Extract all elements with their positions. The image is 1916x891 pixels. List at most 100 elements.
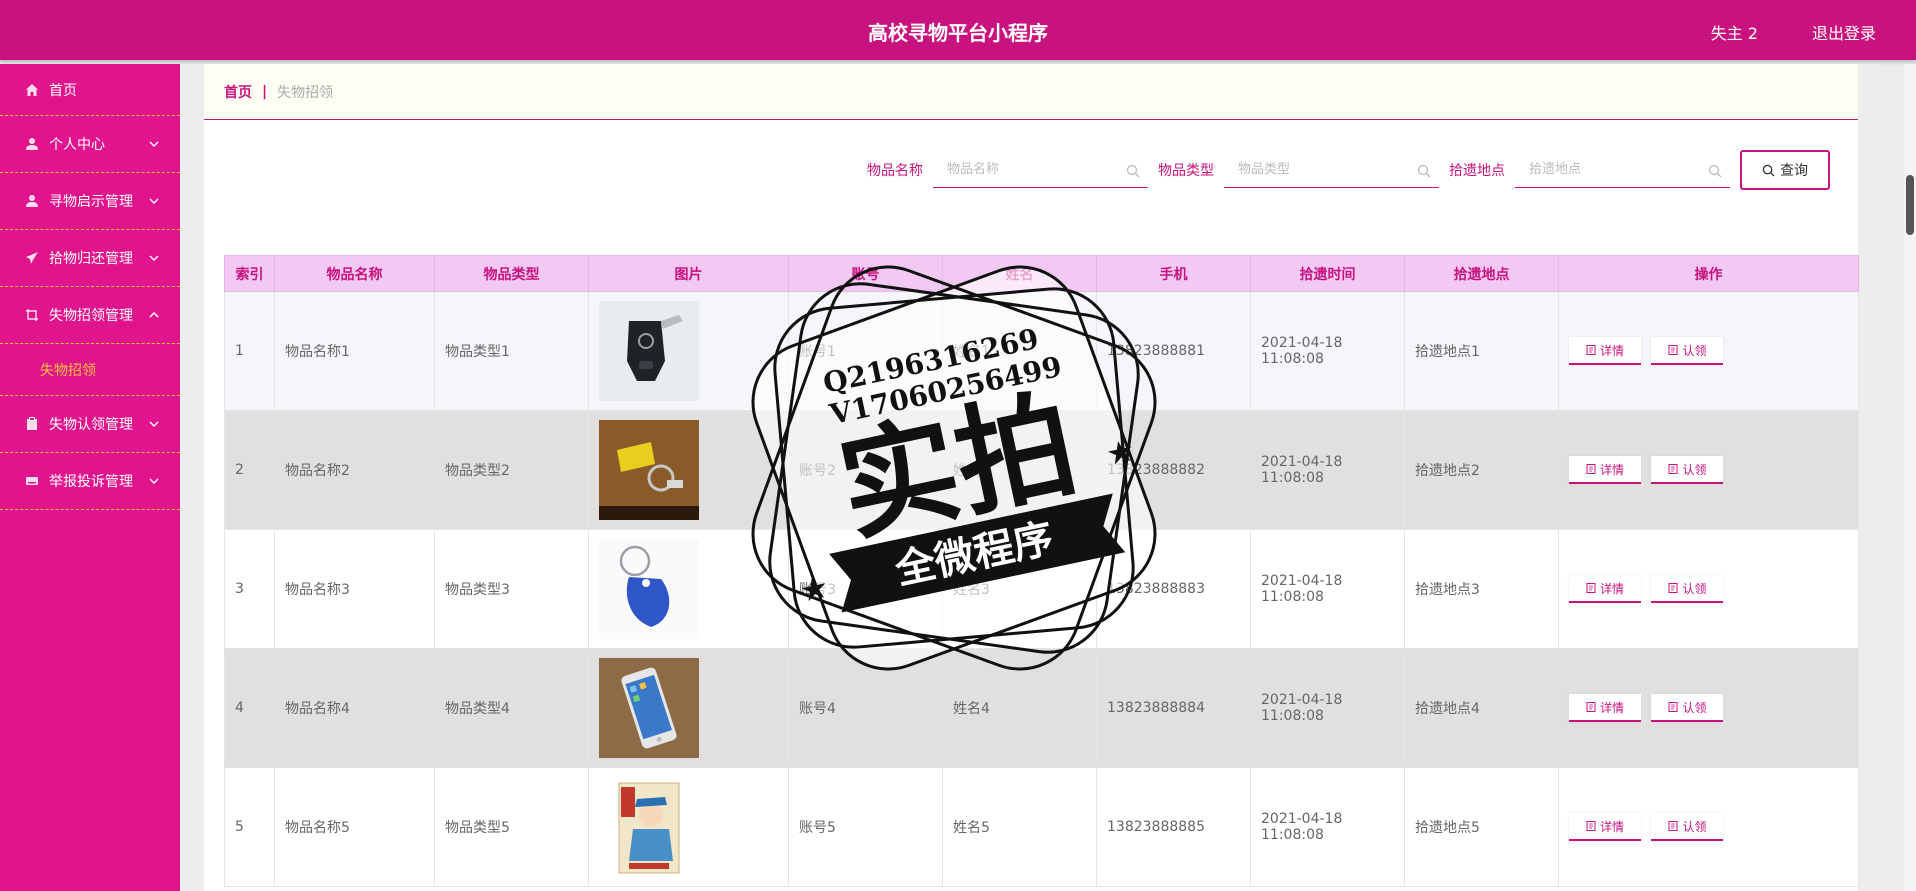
cell-name: 物品名称2 <box>274 410 435 530</box>
chevron-down-icon <box>149 198 159 204</box>
cell-realname: 姓名3 <box>942 529 1097 649</box>
content-card: 首页 | 失物招领 物品名称 物品类型 拾遗地点 <box>204 64 1859 891</box>
user-icon <box>24 193 40 209</box>
document-icon <box>1668 464 1678 474</box>
chevron-up-icon <box>149 312 159 318</box>
data-table: 索引 物品名称 物品类型 图片 账号 姓名 手机 拾遗时间 拾遗地点 操作 1 … <box>224 255 1859 887</box>
item-name-input[interactable] <box>933 152 1148 187</box>
cell-place: 拾遗地点2 <box>1404 410 1559 530</box>
detail-button[interactable]: 详情 <box>1569 456 1641 484</box>
claim-button[interactable]: 认领 <box>1651 456 1724 484</box>
claim-button[interactable]: 认领 <box>1651 337 1724 365</box>
logout-link[interactable]: 退出登录 <box>1812 20 1876 44</box>
cell-place: 拾遗地点3 <box>1404 529 1559 649</box>
document-icon <box>1586 583 1596 593</box>
sidebar-item-label: 拾物归还管理 <box>49 251 133 267</box>
app-title: 高校寻物平台小程序 <box>868 21 1048 45</box>
cell-realname: 姓名5 <box>942 767 1097 887</box>
sidebar-item-label: 首页 <box>49 82 77 99</box>
hdd-icon <box>24 473 40 489</box>
column-header[interactable]: 索引 <box>224 255 275 292</box>
column-header[interactable]: 拾遗地点 <box>1404 255 1559 292</box>
book-image[interactable] <box>599 777 699 877</box>
sidebar-item-return[interactable]: 拾物归还管理 <box>0 230 180 287</box>
document-icon <box>1668 821 1678 831</box>
cell-name: 物品名称5 <box>274 767 435 887</box>
claim-button[interactable]: 认领 <box>1651 813 1724 841</box>
document-icon <box>1668 583 1678 593</box>
sidebar-item-personal-center[interactable]: 个人中心 <box>0 116 180 173</box>
detail-button[interactable]: 详情 <box>1569 575 1641 603</box>
cell-image <box>588 529 789 649</box>
column-header[interactable]: 拾遗时间 <box>1250 255 1405 292</box>
table-row[interactable]: 4 物品名称4 物品类型4 账号4 姓名4 13823888884 2021-0… <box>224 648 1859 768</box>
cell-actions: 详情 认领 <box>1558 410 1859 530</box>
search-label: 物品名称 <box>867 163 923 179</box>
table-row[interactable]: 5 物品名称5 物品类型5 账号5 姓名5 13823888885 2021-0… <box>224 767 1859 887</box>
item-type-input[interactable] <box>1224 152 1439 187</box>
breadcrumb-separator: | <box>262 83 268 100</box>
cell-name: 物品名称1 <box>274 291 435 411</box>
search-icon <box>1762 164 1775 177</box>
sidebar-item-label: 失物认领管理 <box>49 417 133 433</box>
sidebar: 首页 个人中心 寻物启示管理 拾物归还管理 失物招领管理 失物招领 失物认领管理 <box>0 64 180 891</box>
cell-account: 账号1 <box>788 291 943 411</box>
document-icon <box>1668 702 1678 712</box>
cell-realname: 姓名4 <box>942 648 1097 768</box>
cell-place: 拾遗地点4 <box>1404 648 1559 768</box>
sidebar-item-report[interactable]: 举报投诉管理 <box>0 453 180 510</box>
cell-phone: 13823888884 <box>1096 648 1251 768</box>
column-header[interactable]: 手机 <box>1096 255 1251 292</box>
breadcrumb-home[interactable]: 首页 <box>224 82 252 102</box>
query-button[interactable]: 查询 <box>1740 150 1830 190</box>
cell-phone: 13823888881 <box>1096 291 1251 411</box>
document-icon <box>1586 821 1596 831</box>
cell-place: 拾遗地点1 <box>1404 291 1559 411</box>
scrollbar-thumb[interactable] <box>1906 175 1914 235</box>
breadcrumb-current: 失物招领 <box>277 84 334 101</box>
sidebar-item-label: 失物招领管理 <box>49 308 133 324</box>
cell-type: 物品类型1 <box>434 291 589 411</box>
current-user[interactable]: 失主 2 <box>1711 20 1758 44</box>
smartphone-image[interactable] <box>599 658 699 758</box>
car-key-image[interactable] <box>599 301 699 401</box>
cell-image <box>588 410 789 530</box>
table-header-row: 索引 物品名称 物品类型 图片 账号 姓名 手机 拾遗时间 拾遗地点 操作 <box>224 255 1859 292</box>
sidebar-item-label: 寻物启示管理 <box>49 194 133 210</box>
submenu-item-lost-found[interactable]: 失物招领 <box>0 344 180 396</box>
cell-index: 3 <box>224 529 275 649</box>
table-row[interactable]: 2 物品名称2 物品类型2 账号2 姓名2 13823888882 2021-0… <box>224 410 1859 530</box>
cell-type: 物品类型2 <box>434 410 589 530</box>
sidebar-item-lost-found[interactable]: 失物招领管理 <box>0 287 180 344</box>
chevron-down-icon <box>149 141 159 147</box>
detail-button[interactable]: 详情 <box>1569 813 1641 841</box>
sidebar-item-lost-notice[interactable]: 寻物启示管理 <box>0 173 180 230</box>
claim-button[interactable]: 认领 <box>1651 694 1724 722</box>
column-header[interactable]: 账号 <box>788 255 943 292</box>
sidebar-item-label: 举报投诉管理 <box>49 474 133 490</box>
column-header[interactable]: 物品名称 <box>274 255 435 292</box>
cell-image <box>588 291 789 411</box>
usb-keychain-image[interactable] <box>599 420 699 520</box>
cell-image <box>588 648 789 768</box>
paper-plane-icon <box>24 250 40 266</box>
sidebar-item-home[interactable]: 首页 <box>0 64 180 116</box>
column-header[interactable]: 物品类型 <box>434 255 589 292</box>
table-row[interactable]: 3 物品名称3 物品类型3 账号3 姓名3 13823888883 2021-0… <box>224 529 1859 649</box>
chevron-down-icon <box>149 478 159 484</box>
claim-button[interactable]: 认领 <box>1651 575 1724 603</box>
column-header[interactable]: 姓名 <box>942 255 1097 292</box>
chevron-down-icon <box>149 421 159 427</box>
document-icon <box>1586 345 1596 355</box>
query-button-label: 查询 <box>1780 163 1808 179</box>
user-icon <box>24 136 40 152</box>
detail-button[interactable]: 详情 <box>1569 694 1641 722</box>
pickup-place-input[interactable] <box>1515 152 1730 187</box>
detail-button[interactable]: 详情 <box>1569 337 1641 365</box>
column-header[interactable]: 图片 <box>588 255 789 292</box>
cell-image <box>588 767 789 887</box>
cell-phone: 13823888883 <box>1096 529 1251 649</box>
table-row[interactable]: 1 物品名称1 物品类型1 账号1 姓名1 13823888881 2021-0… <box>224 291 1859 411</box>
sidebar-item-claim[interactable]: 失物认领管理 <box>0 396 180 453</box>
key-fob-image[interactable] <box>599 539 699 639</box>
